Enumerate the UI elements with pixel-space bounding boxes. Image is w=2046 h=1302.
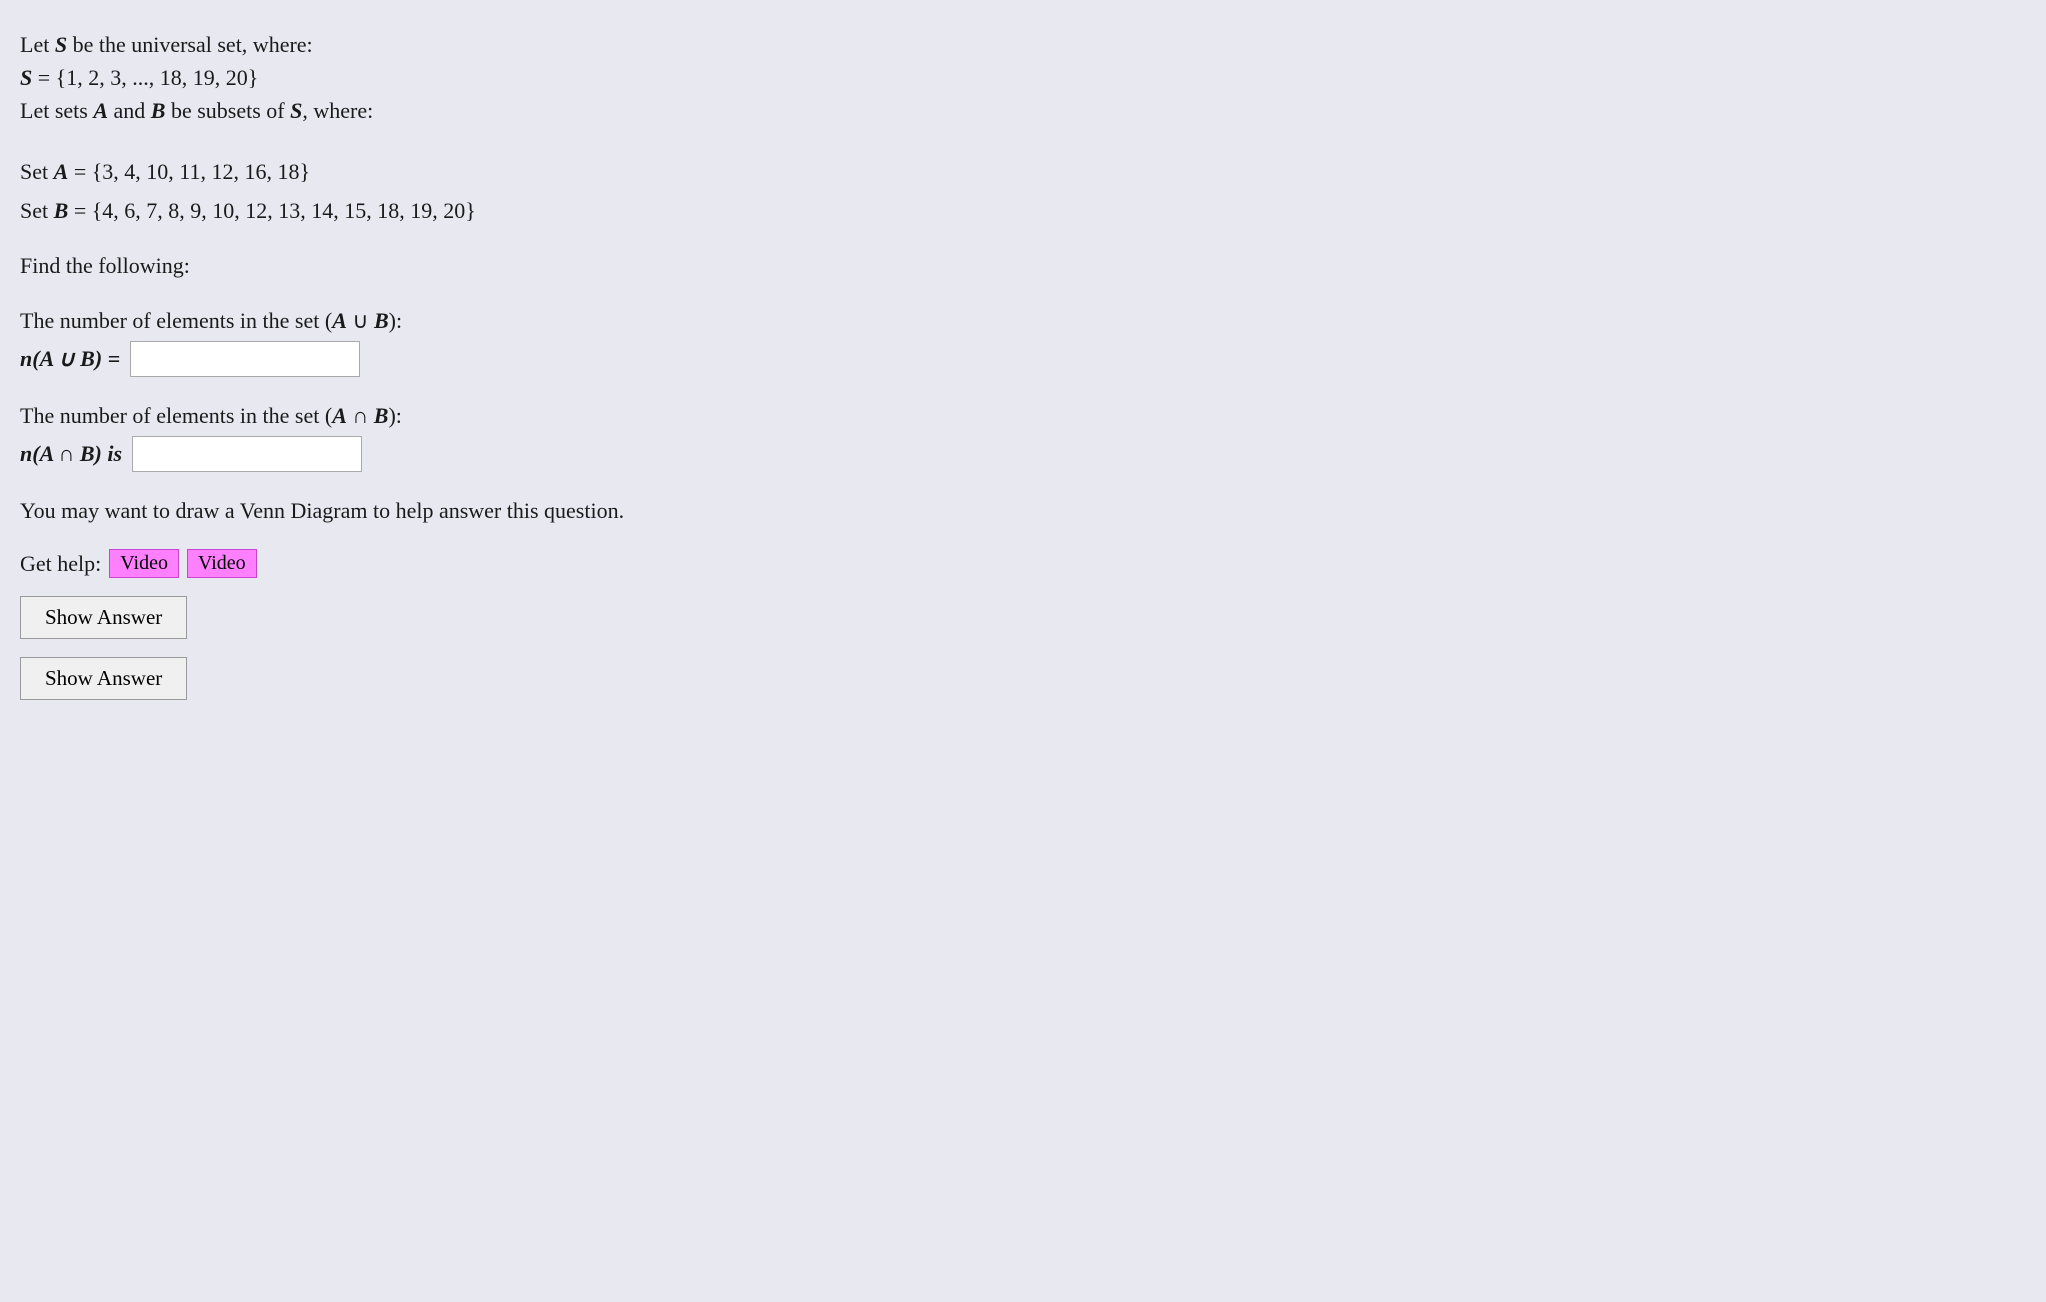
- find-label: Find the following:: [20, 249, 800, 282]
- video2-link[interactable]: Video: [187, 549, 257, 578]
- universal-set-line1: Let S be the universal set, where:: [20, 28, 800, 61]
- union-input[interactable]: [130, 341, 360, 377]
- set-a-block: Set A = {3, 4, 10, 11, 12, 16, 18}: [20, 155, 800, 188]
- set-a-label: Set A = {3, 4, 10, 11, 12, 16, 18}: [20, 155, 800, 188]
- union-block: The number of elements in the set (A ∪ B…: [20, 304, 800, 377]
- help-row: Get help: Video Video: [20, 549, 800, 578]
- find-block: Find the following:: [20, 249, 800, 282]
- universal-set-line2: S = {1, 2, 3, ..., 18, 19, 20}: [20, 61, 800, 94]
- universal-set-block: Let S be the universal set, where: S = {…: [20, 28, 800, 127]
- intersection-block: The number of elements in the set (A ∩ B…: [20, 399, 800, 472]
- show-answer-button-1[interactable]: Show Answer: [20, 596, 187, 639]
- set-b-label: Set B = {4, 6, 7, 8, 9, 10, 12, 13, 14, …: [20, 194, 800, 227]
- intersection-description: The number of elements in the set (A ∩ B…: [20, 399, 800, 432]
- main-content: Let S be the universal set, where: S = {…: [20, 28, 800, 700]
- union-description: The number of elements in the set (A ∪ B…: [20, 304, 800, 337]
- intersection-input[interactable]: [132, 436, 362, 472]
- hint-text: You may want to draw a Venn Diagram to h…: [20, 494, 800, 527]
- hint-block: You may want to draw a Venn Diagram to h…: [20, 494, 800, 527]
- union-input-row: n(A ∪ B) =: [20, 341, 800, 377]
- set-b-block: Set B = {4, 6, 7, 8, 9, 10, 12, 13, 14, …: [20, 194, 800, 227]
- help-label: Get help:: [20, 551, 101, 577]
- show-answer-button-2[interactable]: Show Answer: [20, 657, 187, 700]
- union-label: n(A ∪ B) =: [20, 346, 120, 372]
- intersection-input-row: n(A ∩ B) is: [20, 436, 800, 472]
- video1-link[interactable]: Video: [109, 549, 179, 578]
- intersection-label: n(A ∩ B) is: [20, 441, 122, 467]
- subsets-line: Let sets A and B be subsets of S, where:: [20, 94, 800, 127]
